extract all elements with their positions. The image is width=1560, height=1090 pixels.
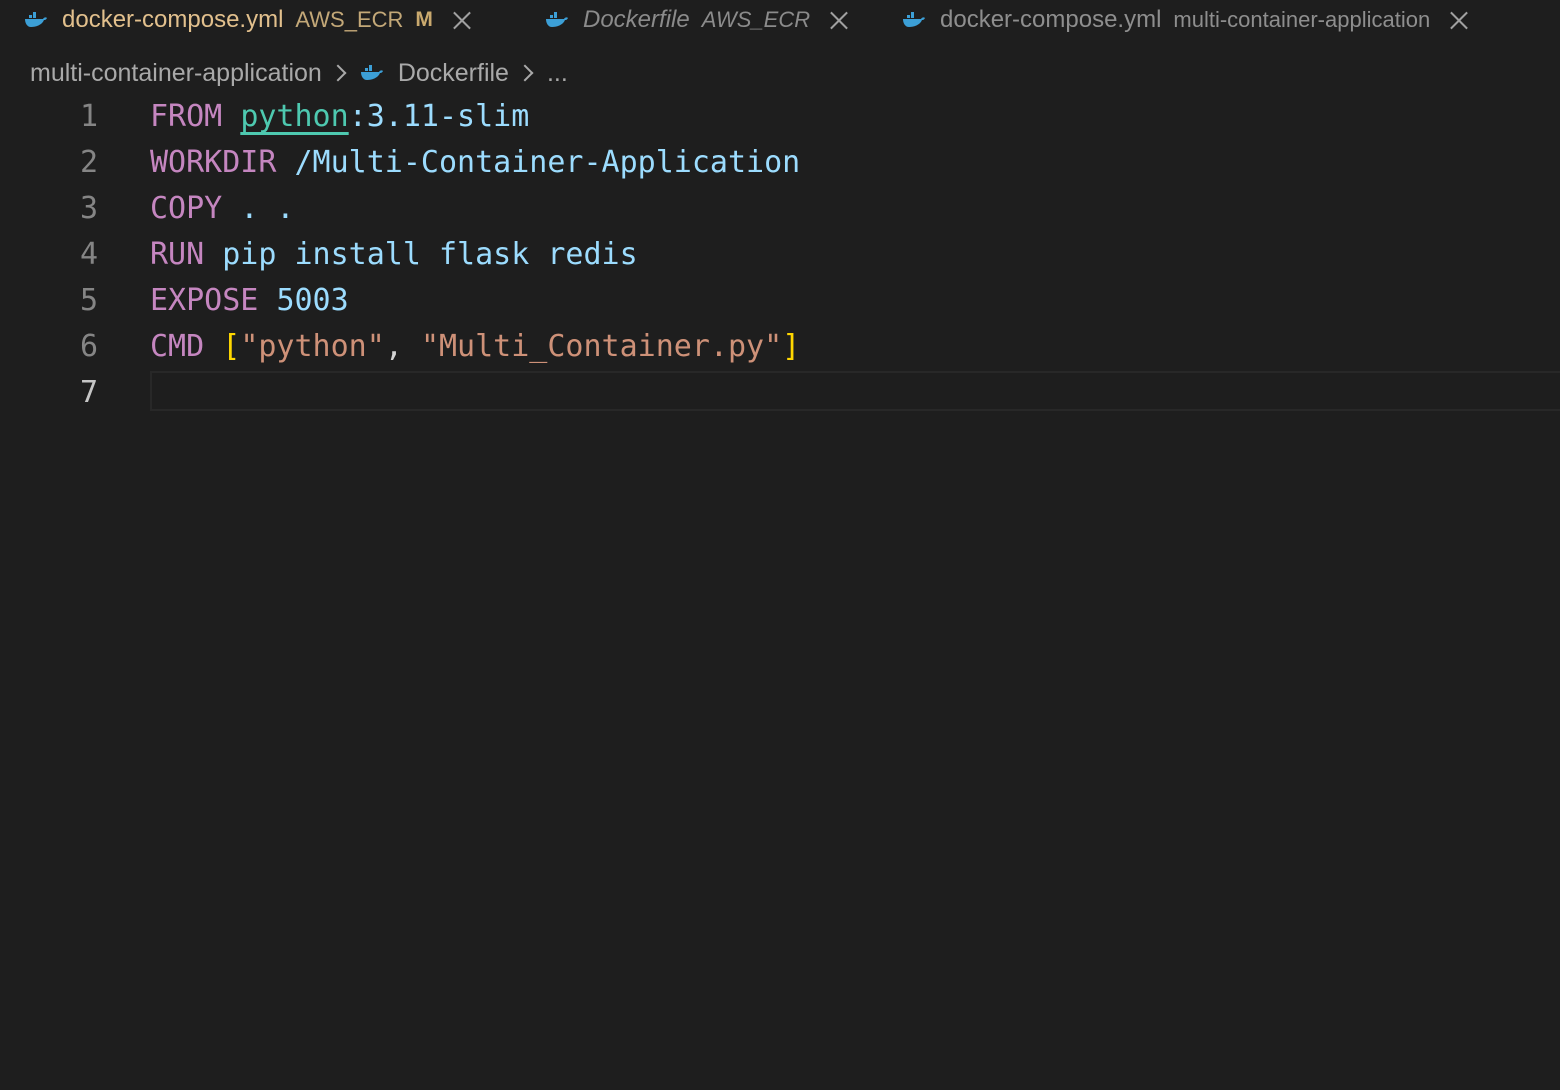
tab-docker-compose-multi-container[interactable]: docker-compose.yml multi-container-appli… xyxy=(902,0,1468,40)
code-line-current[interactable]: 7 xyxy=(0,370,1560,416)
keyword: RUN xyxy=(150,237,205,272)
code-text[interactable]: RUN pip install flask redis xyxy=(150,232,638,278)
code-text[interactable]: FROM python:3.11-slim xyxy=(150,94,529,140)
code-text[interactable]: CMD ["python", "Multi_Container.py"] xyxy=(150,324,800,370)
string-literal: "Multi_Container.py" xyxy=(420,329,783,364)
tab-file-name: docker-compose.yml xyxy=(940,6,1162,33)
current-line-highlight xyxy=(150,371,1560,411)
keyword: EXPOSE xyxy=(150,283,259,318)
docker-whale-icon xyxy=(360,65,383,80)
line-number: 7 xyxy=(79,375,98,410)
breadcrumb-more[interactable]: ... xyxy=(547,59,568,88)
code-line[interactable]: 6 CMD ["python", "Multi_Container.py"] xyxy=(0,324,1560,370)
docker-whale-icon xyxy=(25,12,47,27)
close-icon[interactable] xyxy=(1450,11,1468,29)
code-text[interactable]: EXPOSE 5003 xyxy=(150,278,349,324)
line-number: 3 xyxy=(79,191,98,226)
tab-file-name: Dockerfile xyxy=(583,6,690,33)
breadcrumb-file[interactable]: Dockerfile xyxy=(398,59,509,88)
breadcrumb: multi-container-application Dockerfile .… xyxy=(30,52,568,94)
tab-docker-compose-aws-ecr[interactable]: docker-compose.yml AWS_ECR M xyxy=(24,0,471,40)
line-number: 5 xyxy=(79,283,98,318)
chevron-right-icon xyxy=(516,64,534,82)
tab-bar: docker-compose.yml AWS_ECR M Dockerfile … xyxy=(0,0,1560,40)
code-line[interactable]: 1 FROM python:3.11-slim xyxy=(0,94,1560,140)
chevron-right-icon xyxy=(329,64,347,82)
keyword: CMD xyxy=(150,329,205,364)
close-icon[interactable] xyxy=(830,11,848,29)
modified-badge: M xyxy=(415,8,433,31)
code-line[interactable]: 4 RUN pip install flask redis xyxy=(0,232,1560,278)
bracket-close: ] xyxy=(782,329,801,364)
docker-whale-icon xyxy=(546,12,568,27)
argument: /Multi-Container-Application xyxy=(294,145,801,180)
tab-description: AWS_ECR xyxy=(701,7,811,32)
bracket-open: [ xyxy=(222,329,241,364)
tab-dockerfile-aws-ecr[interactable]: Dockerfile AWS_ECR xyxy=(545,0,848,40)
base-image-link[interactable]: python xyxy=(240,99,348,134)
code-text[interactable]: WORKDIR /Multi-Container-Application xyxy=(150,140,800,186)
tab-description: multi-container-application xyxy=(1173,7,1431,32)
code-text[interactable]: COPY . . xyxy=(150,186,295,232)
breadcrumb-folder[interactable]: multi-container-application xyxy=(30,59,322,88)
line-number: 4 xyxy=(79,237,98,272)
keyword: FROM xyxy=(150,99,223,134)
tab-file-name: docker-compose.yml xyxy=(62,6,284,33)
docker-whale-icon xyxy=(903,12,925,27)
line-number: 2 xyxy=(79,145,98,180)
keyword: WORKDIR xyxy=(150,145,277,180)
comma: , xyxy=(384,329,421,364)
port-number: 5003 xyxy=(276,283,349,318)
code-line[interactable]: 3 COPY . . xyxy=(0,186,1560,232)
close-icon[interactable] xyxy=(453,11,471,29)
tab-description: AWS_ECR xyxy=(295,7,404,32)
code-line[interactable]: 5 EXPOSE 5003 xyxy=(0,278,1560,324)
string-literal: "python" xyxy=(240,329,385,364)
line-number: 1 xyxy=(79,99,98,134)
image-tag: :3.11-slim xyxy=(348,99,530,134)
code-line[interactable]: 2 WORKDIR /Multi-Container-Application xyxy=(0,140,1560,186)
argument: pip install flask redis xyxy=(222,237,638,272)
keyword: COPY xyxy=(150,191,223,226)
argument: . . xyxy=(240,191,295,226)
line-number: 6 xyxy=(79,329,98,364)
code-editor[interactable]: 1 FROM python:3.11-slim 2 WORKDIR /Multi… xyxy=(0,94,1560,416)
